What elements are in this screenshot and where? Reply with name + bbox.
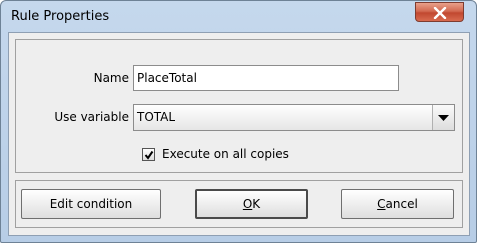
- ok-mnemonic: O: [242, 197, 253, 211]
- rule-properties-dialog: Rule Properties Name PlaceTotal Use vari…: [0, 0, 477, 243]
- close-button[interactable]: [415, 2, 464, 22]
- window-title: Rule Properties: [11, 9, 110, 24]
- execute-all-label: Execute on all copies: [162, 147, 289, 161]
- ok-label-rest: K: [252, 197, 261, 211]
- name-label: Name: [93, 71, 129, 85]
- chevron-down-icon: [438, 115, 449, 121]
- dialog-body: Name PlaceTotal Use variable TOTAL Execu…: [8, 32, 470, 236]
- properties-panel: Name PlaceTotal Use variable TOTAL Execu…: [15, 39, 463, 173]
- edit-condition-button[interactable]: Edit condition: [21, 189, 161, 219]
- cancel-button[interactable]: Cancel: [341, 189, 454, 219]
- use-variable-select[interactable]: TOTAL: [133, 104, 455, 131]
- check-icon: [144, 150, 154, 160]
- use-variable-value: TOTAL: [137, 110, 176, 124]
- name-input[interactable]: PlaceTotal: [133, 65, 399, 91]
- cancel-label-rest: ancel: [385, 197, 418, 211]
- ok-button[interactable]: OK: [195, 189, 308, 219]
- close-icon: [433, 7, 447, 19]
- button-bar: Edit condition OK Cancel: [15, 180, 463, 228]
- title-bar[interactable]: Rule Properties: [1, 1, 476, 32]
- execute-all-checkbox[interactable]: [142, 148, 155, 161]
- use-variable-label: Use variable: [54, 110, 129, 124]
- cancel-mnemonic: C: [377, 197, 386, 211]
- dropdown-arrow-button[interactable]: [432, 105, 454, 130]
